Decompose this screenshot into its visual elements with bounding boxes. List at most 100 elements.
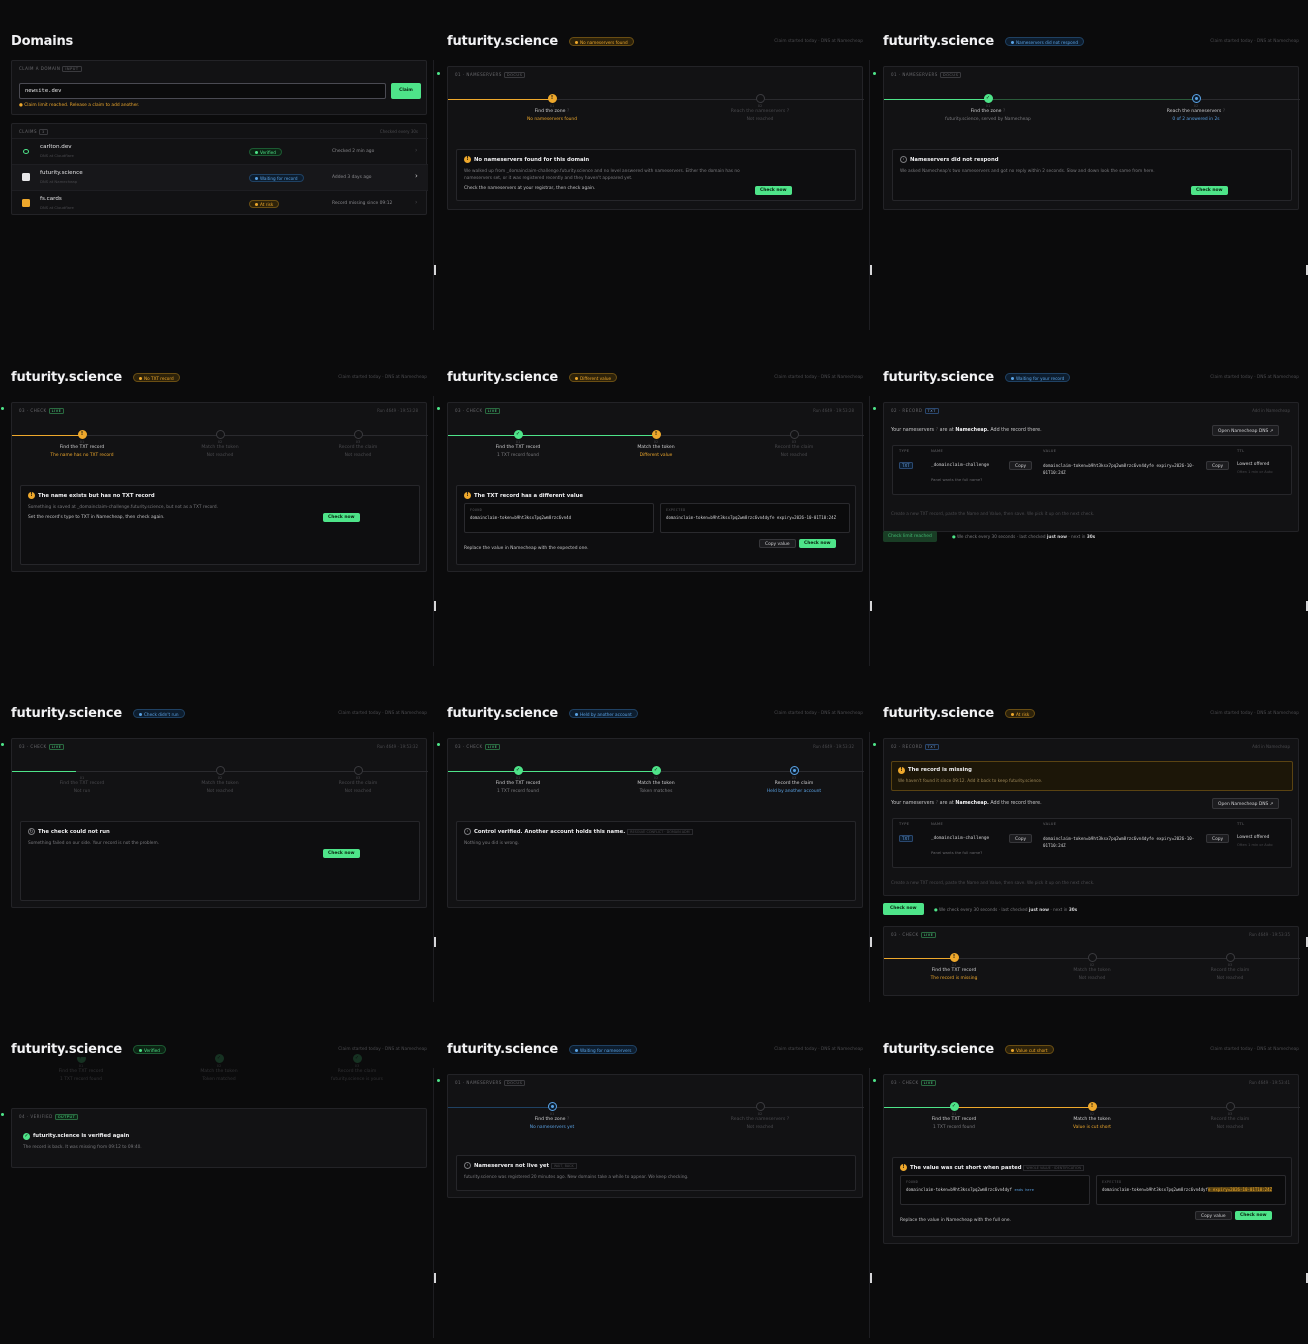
claim-row[interactable]: carlton.dev DNS at Cloudflare Verified C… bbox=[12, 138, 428, 164]
step-match-token: ✓ 02 Match the token Token matches bbox=[596, 766, 716, 794]
page-title: futurity.science bbox=[447, 1042, 558, 1057]
copy-value-button[interactable]: Copy value bbox=[1195, 1211, 1232, 1220]
warning-icon: ! bbox=[464, 156, 471, 163]
step-status: Different value bbox=[639, 453, 673, 458]
page-title: futurity.science bbox=[883, 370, 994, 385]
check-now-button[interactable]: Check now bbox=[799, 539, 836, 548]
claim-status: Added 3 days ago bbox=[332, 175, 372, 180]
column-header: TTL bbox=[1237, 822, 1245, 826]
scroll-indicator bbox=[434, 601, 436, 611]
pending-icon bbox=[353, 430, 363, 439]
external-link-icon: ↗ bbox=[1269, 802, 1274, 807]
pending-icon bbox=[789, 430, 799, 439]
issue-box: ↻ The check could not run Something faile… bbox=[20, 821, 420, 901]
claim-button[interactable]: Claim bbox=[391, 83, 421, 99]
step-status: Not reached bbox=[746, 117, 774, 122]
green-marker bbox=[873, 72, 876, 75]
scroll-indicator bbox=[870, 937, 872, 947]
step-record-claim: 03 Record the claim Not reached bbox=[298, 430, 418, 458]
card-header: 03 · CHECK LIVE bbox=[19, 744, 65, 750]
step-number: 02 bbox=[216, 1064, 222, 1068]
step-number: 03 bbox=[1227, 1112, 1233, 1116]
step-status: futurity.science is yours bbox=[331, 1077, 383, 1082]
copy-name-button[interactable]: Copy bbox=[1009, 461, 1033, 470]
open-dns-button[interactable]: Open Namecheap DNS ↗ bbox=[1212, 798, 1280, 809]
check-now-button[interactable]: Check now bbox=[755, 186, 792, 195]
checked-every: Checked every 30s bbox=[379, 129, 418, 134]
step-number: 03 bbox=[355, 440, 361, 444]
status-badge: Verified bbox=[249, 148, 282, 156]
step-status: No nameservers yet bbox=[529, 1125, 575, 1130]
issue-box: · Nameservers did not respond We asked Na… bbox=[892, 149, 1292, 201]
check-now-button[interactable]: Check now bbox=[1191, 186, 1228, 195]
claim-status: Record missing since 09:12 bbox=[332, 201, 393, 206]
column-divider bbox=[433, 1068, 434, 1338]
panel-ns-no-response: futurity.science Nameservers did not res… bbox=[872, 0, 1308, 336]
chevron-right-icon: › bbox=[415, 199, 418, 206]
claim-meta: Claim started today · DNS at Namecheap bbox=[774, 1047, 863, 1052]
claim-meta: Claim started today · DNS at Namecheap bbox=[1210, 375, 1299, 380]
scroll-indicator bbox=[870, 1273, 872, 1283]
green-marker bbox=[1, 1113, 4, 1116]
copy-name-button[interactable]: Copy bbox=[1009, 834, 1033, 843]
step-match-token: ✓ 02 Match the token Token matched bbox=[159, 1054, 279, 1082]
scroll-indicator bbox=[1306, 1273, 1308, 1283]
open-dns-button[interactable]: Open Namecheap DNS ↗ bbox=[1212, 425, 1280, 436]
check-now-button[interactable]: Check now bbox=[323, 849, 360, 858]
status-badge: At risk bbox=[249, 200, 280, 208]
panel-no-nameservers: futurity.science No nameservers found Cl… bbox=[436, 0, 872, 336]
warning-icon: ! bbox=[900, 1164, 907, 1171]
claim-row[interactable]: futurity.science DNS at Namecheap Waitin… bbox=[12, 164, 428, 190]
step-number: 02 bbox=[1089, 963, 1095, 967]
step-status: 1 TXT record found bbox=[497, 789, 539, 794]
copy-value-button[interactable]: Copy bbox=[1206, 834, 1230, 843]
pending-icon bbox=[755, 94, 765, 103]
panel-hint: Panel wants the full name? bbox=[931, 850, 983, 855]
card-header: 01 · NAMESERVERS DOCUS bbox=[891, 72, 962, 78]
issue-box: ! The TXT record has a different value FO… bbox=[456, 485, 856, 565]
copy-value-button[interactable]: Copy bbox=[1206, 461, 1230, 470]
step-label: Match the token bbox=[1073, 1117, 1111, 1122]
step-find-txt: ✓ 01 Find the TXT record 1 TXT record found bbox=[458, 430, 578, 458]
domain-input[interactable]: newsite.dev bbox=[19, 83, 386, 99]
in-progress-icon bbox=[1191, 94, 1201, 103]
check-now-button[interactable]: Check now bbox=[323, 513, 360, 522]
panel-hint: Panel wants the full name? bbox=[931, 477, 983, 482]
scroll-indicator bbox=[1306, 937, 1308, 947]
claim-row[interactable]: fs.cards DNS at Cloudflare At risk Recor… bbox=[12, 190, 428, 216]
scroll-indicator bbox=[434, 265, 436, 275]
run-info: Run 4649 · 19:53:32 bbox=[813, 744, 854, 749]
panel-no-txt: futurity.science No TXT record Claim sta… bbox=[0, 336, 436, 672]
warning-title: ! The record is missing bbox=[898, 767, 1286, 774]
card-header: 03 · CHECK LIVE bbox=[455, 744, 501, 750]
check-now-button[interactable]: Check now bbox=[1235, 1211, 1272, 1220]
step-label: Record the claim bbox=[1210, 968, 1250, 973]
step-status: No nameservers found bbox=[527, 117, 577, 122]
warning-icon: ! bbox=[28, 492, 35, 499]
nameservers-card: 01 · NAMESERVERS DOCUS 01 Find the zone ? N… bbox=[447, 1074, 864, 1198]
column-header: VALUE bbox=[1043, 449, 1057, 453]
step-number: 01 bbox=[549, 104, 555, 108]
step-number: 02 bbox=[1193, 104, 1199, 108]
record-name: _domainclaim-challenge bbox=[931, 836, 990, 841]
status-badge: Nameservers did not respond bbox=[1005, 37, 1085, 46]
column-header: TYPE bbox=[899, 822, 910, 826]
check-now-button[interactable]: Check now bbox=[883, 903, 924, 915]
step-find-txt: ✓ 01 Find the TXT record 1 TXT record found bbox=[894, 1102, 1014, 1130]
claim-meta: Claim started today · DNS at Namecheap bbox=[1210, 711, 1299, 716]
page-title: futurity.science bbox=[447, 370, 558, 385]
verified-card: 04 · VERIFIED OUTPUT ✓ futurity.science is… bbox=[11, 1108, 427, 1168]
poll-status: ● We check every 30 seconds · last check… bbox=[952, 534, 1096, 539]
step-status: Not run bbox=[73, 789, 91, 794]
step-label: Match the token bbox=[200, 1069, 238, 1074]
step-status: Token matched bbox=[202, 1077, 236, 1082]
step-number: 03 bbox=[791, 440, 797, 444]
claim-meta: Claim started today · DNS at Namecheap bbox=[1210, 39, 1299, 44]
claim-status: Checked 2 min ago bbox=[332, 149, 375, 154]
warning-icon: ! bbox=[77, 430, 87, 439]
copy-value-button[interactable]: Copy value bbox=[759, 539, 796, 548]
check-limit-button[interactable]: Check limit reached bbox=[883, 531, 937, 542]
step-label: Match the token bbox=[201, 445, 239, 450]
green-marker bbox=[437, 743, 440, 746]
issue-box: · Nameservers not live yet WAIT, BACK fut… bbox=[456, 1155, 856, 1191]
